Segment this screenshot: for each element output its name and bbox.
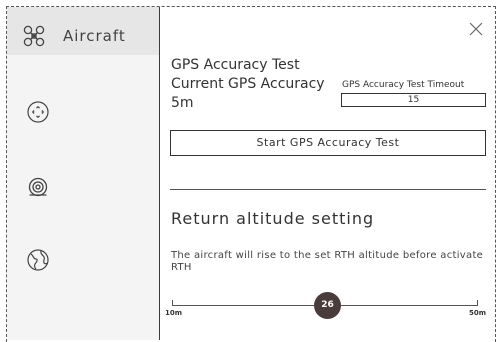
gimbal-control-icon[interactable] <box>25 99 51 125</box>
rth-description: The aircraft will rise to the set RTH al… <box>171 250 484 273</box>
start-gps-test-button[interactable]: Start GPS Accuracy Test <box>170 130 486 156</box>
drone-icon <box>23 25 45 47</box>
rth-altitude-slider-thumb[interactable]: 26 <box>314 292 341 319</box>
slider-min-label: 10m <box>165 309 183 317</box>
gps-section-title: GPS Accuracy Test <box>171 57 300 73</box>
sidebar-item-aircraft[interactable]: Aircraft <box>7 7 159 55</box>
gps-current-value: 5m <box>171 95 194 111</box>
globe-icon[interactable] <box>25 247 51 273</box>
slider-max-tick <box>477 300 478 306</box>
gps-current-label: Current GPS Accuracy <box>171 76 325 92</box>
gps-timeout-input[interactable] <box>341 93 486 107</box>
rth-section-title: Return altitude setting <box>171 209 375 228</box>
slider-max-label: 50m <box>469 309 487 317</box>
gps-timeout-label: GPS Accuracy Test Timeout <box>342 80 465 90</box>
sidebar: Aircraft <box>7 7 159 340</box>
slider-min-tick <box>172 300 173 306</box>
sidebar-divider <box>159 7 160 340</box>
sidebar-title: Aircraft <box>63 27 126 45</box>
section-divider <box>170 189 486 190</box>
camera-icon[interactable] <box>25 174 51 200</box>
close-icon[interactable] <box>467 20 485 38</box>
